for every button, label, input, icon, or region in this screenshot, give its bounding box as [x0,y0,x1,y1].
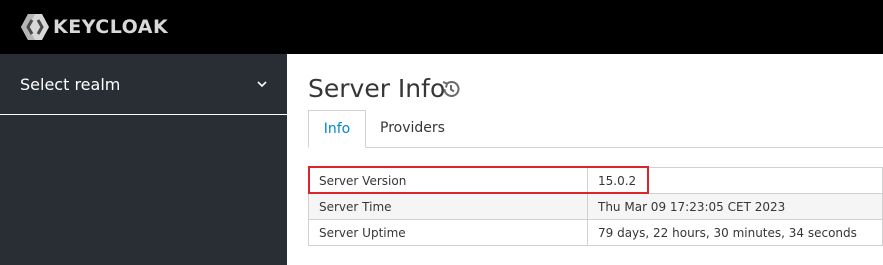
top-navbar: KEYCLOAK [0,0,883,54]
keycloak-logo-icon [21,14,49,40]
server-time-value: Thu Mar 09 17:23:05 CET 2023 [587,193,883,220]
realm-select-label: Select realm [20,75,121,94]
tab-providers[interactable]: Providers [366,110,459,147]
chevron-down-icon [257,81,267,88]
tabs: Info Providers [308,110,883,148]
sidebar: Select realm [0,54,287,265]
main-content: Server Info Info Providers Server Versio… [287,54,883,265]
table-row: Server Version 15.0.2 [308,167,883,194]
brand[interactable]: KEYCLOAK [20,13,168,41]
brand-name: KEYCLOAK [53,16,169,38]
server-time-label: Server Time [308,193,588,220]
table-row: Server Uptime 79 days, 22 hours, 30 minu… [308,219,883,246]
table-row: Server Time Thu Mar 09 17:23:05 CET 2023 [308,193,883,220]
tab-info[interactable]: Info [308,110,366,148]
server-version-value: 15.0.2 [587,167,883,194]
realm-select[interactable]: Select realm [0,54,287,115]
server-version-label: Server Version [308,167,588,194]
server-info-table: Server Version 15.0.2 Server Time Thu Ma… [308,167,883,246]
server-uptime-value: 79 days, 22 hours, 30 minutes, 34 second… [587,219,883,246]
page-title: Server Info [308,74,446,103]
history-icon[interactable] [440,78,462,100]
server-uptime-label: Server Uptime [308,219,588,246]
